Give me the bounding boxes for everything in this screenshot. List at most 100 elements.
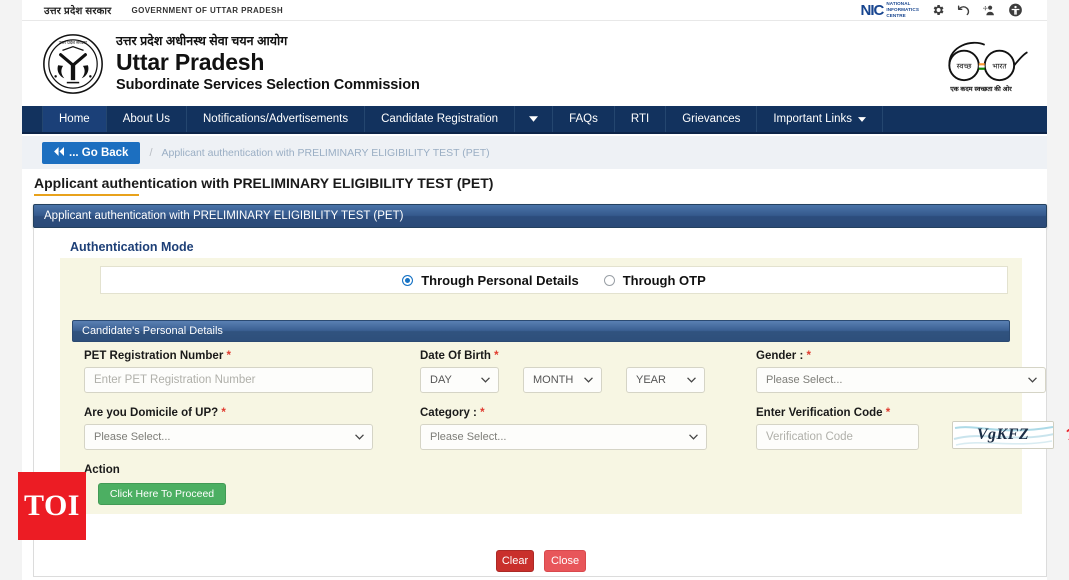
nav-item-home[interactable]: Home <box>42 106 107 132</box>
domicile-value: Please Select... <box>94 431 171 443</box>
nav-item-notifications[interactable]: Notifications/Advertisements <box>187 106 366 132</box>
brand-header: उत्तर प्रदेश सरकार उत्तर प्रदेश अधीनस्थ … <box>22 21 1047 106</box>
accessibility-icon[interactable] <box>1008 3 1023 18</box>
label-domicile: Are you Domicile of UP? * <box>84 407 374 419</box>
page-root: उत्तर प्रदेश सरकार GOVERNMENT OF UTTAR P… <box>0 0 1069 580</box>
brand-line-2: Subordinate Services Selection Commissio… <box>116 76 420 93</box>
category-value: Please Select... <box>430 431 507 443</box>
go-back-arrow-icon <box>54 146 65 159</box>
label-text-domicile: Are you Domicile of UP? <box>84 407 219 419</box>
add-user-icon[interactable] <box>982 3 997 18</box>
gender-value: Please Select... <box>766 374 843 386</box>
svg-text:उत्तर प्रदेश सरकार: उत्तर प्रदेश सरकार <box>59 40 87 45</box>
radio-group-auth-mode: Through Personal Details Through OTP <box>402 273 706 288</box>
nav-item-about-us[interactable]: About Us <box>107 106 187 132</box>
pet-registration-number-input[interactable]: Enter PET Registration Number <box>84 367 373 393</box>
nav-item-grievances[interactable]: Grievances <box>666 106 758 132</box>
dob-year-chevron-down-icon <box>687 374 696 386</box>
clear-button-label: Clear <box>501 555 529 567</box>
form-grid: PET Registration Number * Enter PET Regi… <box>72 350 1069 464</box>
gender-select[interactable]: Please Select... <box>756 367 1046 393</box>
action-label: Action <box>84 464 120 476</box>
nic-logo: NIC National Informatics Centre <box>860 1 919 19</box>
right-gutter <box>1047 0 1069 580</box>
nav-item-candidate-registration[interactable]: Candidate Registration <box>365 106 516 132</box>
nic-mark-text: NIC <box>860 1 884 19</box>
label-text-category: Category : <box>420 407 477 419</box>
gear-icon[interactable] <box>930 3 945 18</box>
radio-label-personal-details[interactable]: Through Personal Details <box>421 273 578 288</box>
brand-hindi: उत्तर प्रदेश अधीनस्थ सेवा चयन आयोग <box>116 34 288 49</box>
nav-item-important-links[interactable]: Important Links <box>757 106 883 132</box>
radio-label-otp[interactable]: Through OTP <box>623 273 706 288</box>
label-gender: Gender : * <box>756 350 1046 362</box>
label-text-verification: Enter Verification Code <box>756 407 883 419</box>
breadcrumb-current: Applicant authentication with PRELIMINAR… <box>161 146 490 159</box>
important-links-chevron-down-icon <box>857 116 866 122</box>
required-marker-category: * <box>480 407 485 419</box>
close-button-label: Close <box>550 555 580 567</box>
close-button[interactable]: Close <box>544 550 586 572</box>
nav-label-candidate-registration: Candidate Registration <box>381 113 499 125</box>
domicile-chevron-down-icon <box>355 431 364 443</box>
nav-item-faqs[interactable]: FAQs <box>553 106 615 132</box>
field-gender: Gender : * Please Select... <box>756 350 1046 393</box>
go-back-button[interactable]: ... Go Back <box>42 141 141 164</box>
captcha-text: VgKFZ <box>976 426 1030 443</box>
nav-label-about-us: About Us <box>122 113 170 125</box>
radio-through-otp[interactable] <box>603 274 615 286</box>
required-marker-pet-reg: * <box>226 350 231 362</box>
nav-item-rti[interactable]: RTI <box>615 106 667 132</box>
dob-year-value: YEAR <box>636 374 666 386</box>
verification-code-input[interactable]: Verification Code <box>756 424 919 450</box>
footer-button-row: Clear Close <box>34 550 1048 572</box>
breadcrumb-bar: ... Go Back / Applicant authentication w… <box>22 136 1047 169</box>
gov-strip-tools: NIC National Informatics Centre <box>860 1 1023 19</box>
clear-button[interactable]: Clear <box>496 550 534 572</box>
candidate-details-header-label: Candidate's Personal Details <box>82 325 223 337</box>
nav-label-notifications: Notifications/Advertisements <box>203 113 349 125</box>
label-text-gender: Gender : <box>756 350 804 362</box>
svg-text:भारत: भारत <box>992 61 1007 70</box>
page-title-underline <box>34 194 139 196</box>
panel-header-title: Applicant authentication with PRELIMINAR… <box>44 210 404 222</box>
brand-line-1: Uttar Pradesh <box>116 49 265 76</box>
label-date-of-birth: Date Of Birth * <box>420 350 740 362</box>
gov-strip-hindi: उत्तर प्रदेश सरकार <box>44 6 112 17</box>
domicile-select[interactable]: Please Select... <box>84 424 373 450</box>
gov-strip-english: GOVERNMENT OF UTTAR PRADESH <box>131 5 283 15</box>
dob-month-select[interactable]: MONTH <box>523 367 602 393</box>
government-strip: उत्तर प्रदेश सरकार GOVERNMENT OF UTTAR P… <box>22 0 1047 21</box>
candidate-details-header: Candidate's Personal Details <box>72 320 1010 342</box>
field-category: Category : * Please Select... <box>420 407 710 450</box>
undo-icon[interactable] <box>956 3 971 18</box>
form-row-2: Are you Domicile of UP? * Please Select.… <box>72 407 1069 464</box>
refresh-captcha-icon[interactable] <box>1062 425 1069 449</box>
dob-month-chevron-down-icon <box>584 374 593 386</box>
click-here-to-proceed-button[interactable]: Click Here To Proceed <box>98 483 226 505</box>
category-select[interactable]: Please Select... <box>420 424 707 450</box>
field-domicile: Are you Domicile of UP? * Please Select.… <box>84 407 374 450</box>
radio-through-personal-details[interactable] <box>402 274 414 286</box>
dob-day-select[interactable]: DAY <box>420 367 499 393</box>
nav-chevron-down-icon[interactable] <box>515 106 554 132</box>
toi-watermark: TOI <box>18 472 86 540</box>
label-text-pet-reg: PET Registration Number <box>84 350 224 362</box>
brand-text: उत्तर प्रदेश अधीनस्थ सेवा चयन आयोग Uttar… <box>116 33 420 93</box>
verification-row: Verification Code VgKFZ <box>756 421 1069 450</box>
required-marker-gender: * <box>806 350 811 362</box>
panel-header: Applicant authentication with PRELIMINAR… <box>33 204 1047 228</box>
label-category: Category : * <box>420 407 710 419</box>
pet-reg-placeholder: Enter PET Registration Number <box>94 374 256 386</box>
gender-chevron-down-icon <box>1028 374 1037 386</box>
required-marker-verification: * <box>885 407 891 419</box>
dob-year-select[interactable]: YEAR <box>626 367 705 393</box>
category-chevron-down-icon <box>689 431 698 443</box>
nav-label-faqs: FAQs <box>569 113 598 125</box>
verification-placeholder: Verification Code <box>766 431 853 443</box>
required-marker-dob: * <box>494 350 499 362</box>
dob-selects: DAY MONTH YEAR <box>420 367 740 393</box>
main-panel: Applicant authentication with PRELIMINAR… <box>22 201 1069 580</box>
authentication-mode-label: Authentication Mode <box>70 240 194 254</box>
swachh-bharat-logo: स्वच्छ भारत एक कदम स्वच्छता की ओर <box>933 33 1029 95</box>
